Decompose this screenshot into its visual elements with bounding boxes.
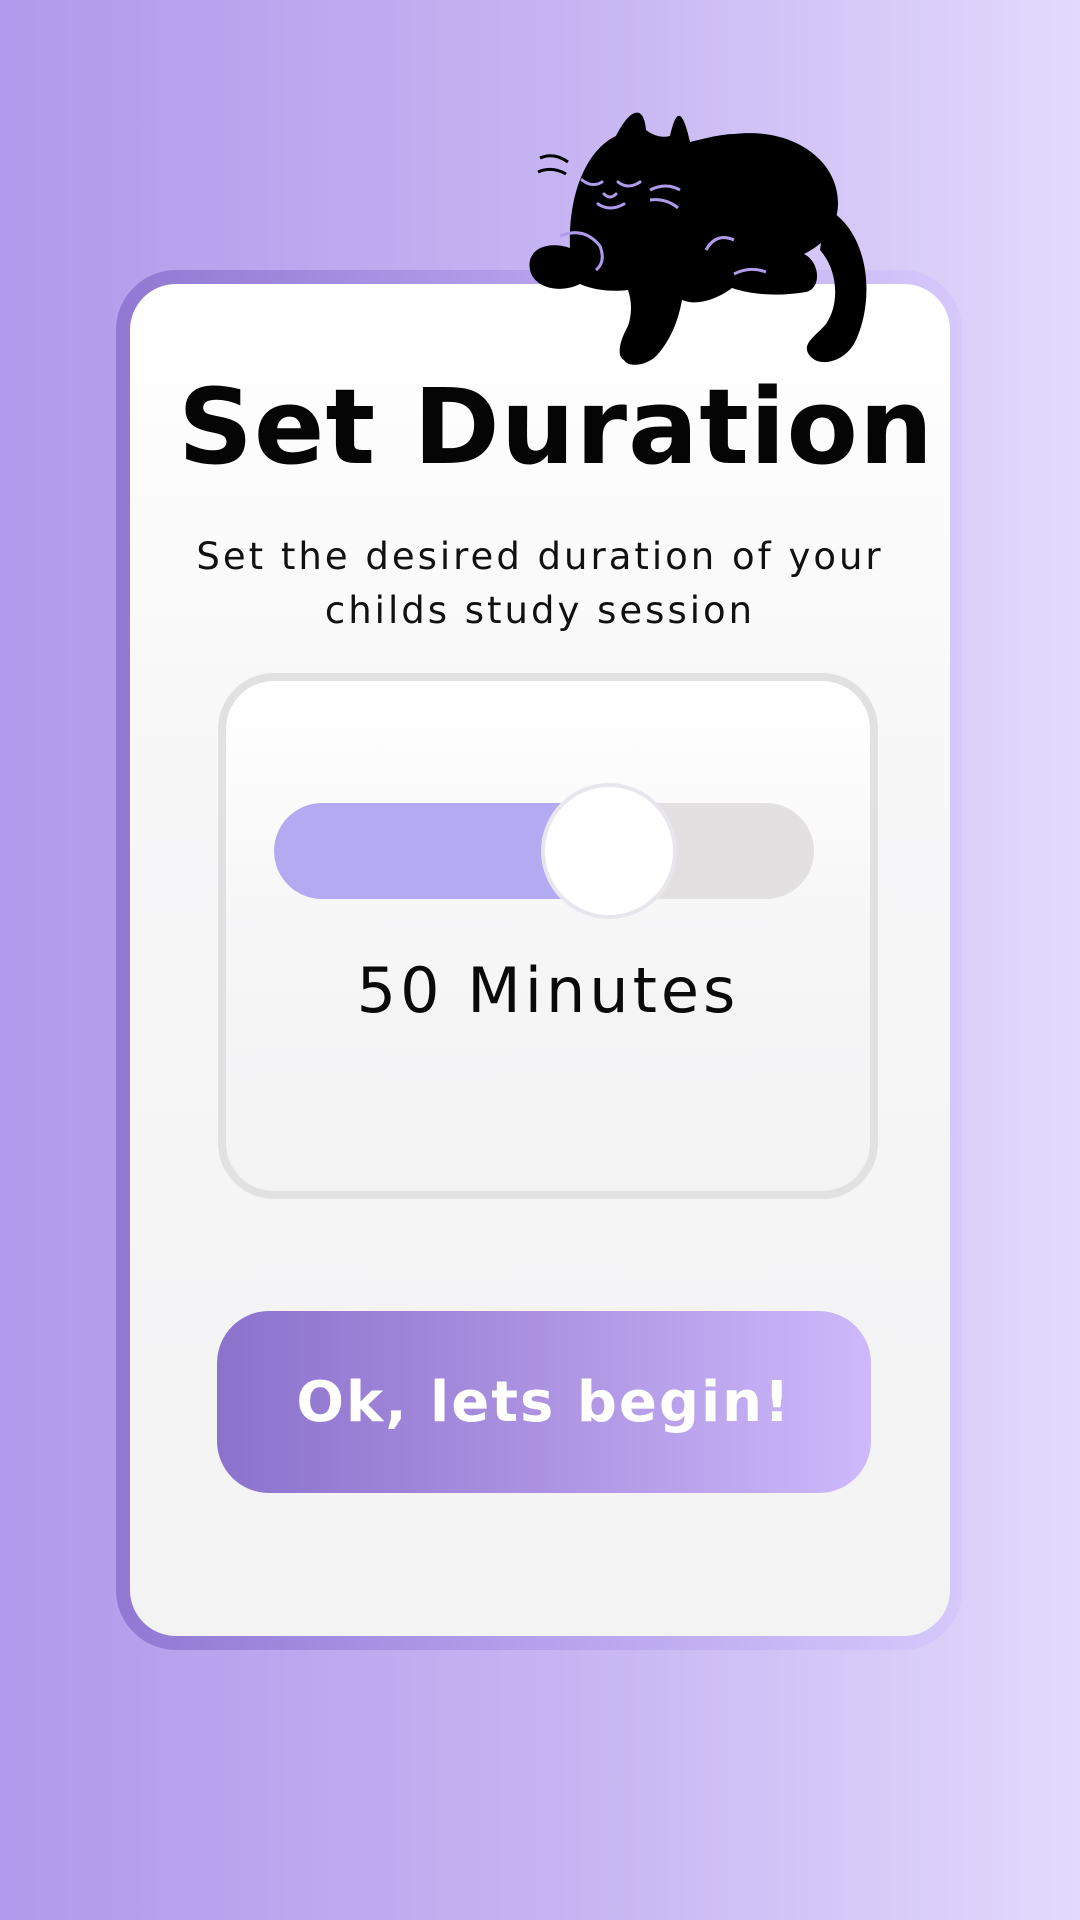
sleeping-cat-icon — [529, 112, 867, 365]
duration-panel — [218, 673, 878, 1199]
page-title: Set Duration — [178, 366, 935, 488]
page-subtitle: Set the desired duration of your childs … — [196, 535, 884, 632]
duration-slider-thumb[interactable] — [540, 783, 677, 919]
duration-value-label: 50 Minutes — [356, 954, 740, 1027]
begin-button[interactable]: Ok, lets begin! — [217, 1311, 871, 1493]
